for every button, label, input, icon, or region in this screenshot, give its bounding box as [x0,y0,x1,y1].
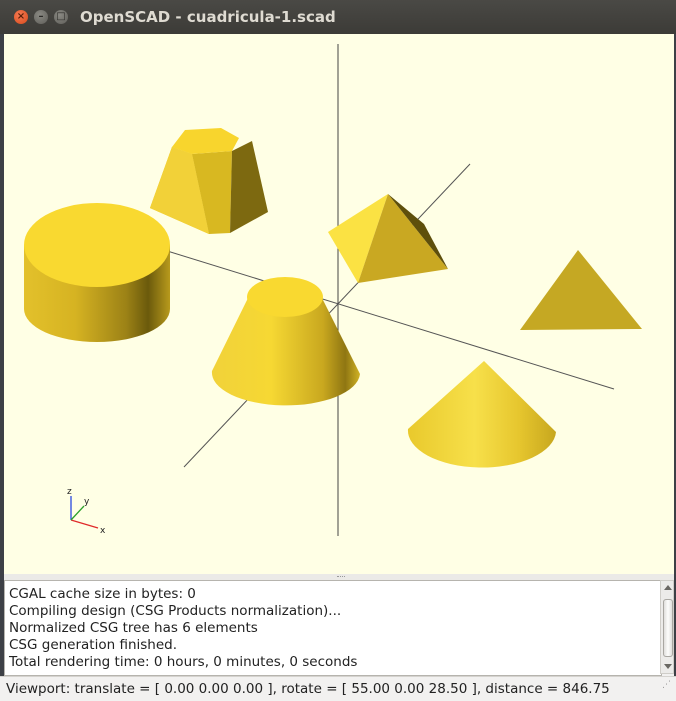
console-line: Compiling design (CSG Products normaliza… [9,603,342,619]
x-indicator-line [70,519,99,529]
x-indicator-label: x [100,526,106,536]
console-line: CSG generation finished. [9,637,178,653]
hexagonal-frustum-object[interactable] [150,128,268,234]
console-line: CGAL cache size in bytes: 0 [9,586,196,602]
resize-grip-icon[interactable]: ⋰ [662,681,672,695]
console-scrollbar[interactable] [660,580,674,674]
scrollbar-thumb[interactable] [663,599,673,657]
cylinder-object[interactable] [24,203,170,342]
z-indicator-label: z [67,487,72,497]
console-line: Normalized CSG tree has 6 elements [9,620,258,636]
splitter-grip[interactable] [337,576,345,579]
axis-lines [163,44,615,536]
window-title: OpenSCAD - cuadricula-1.scad [80,8,336,26]
title-bar[interactable]: × – □ OpenSCAD - cuadricula-1.scad [0,0,676,34]
close-window-button[interactable]: × [14,10,28,24]
scroll-up-arrow-icon[interactable] [664,585,672,590]
viewport-status-text: Viewport: translate = [ 0.00 0.00 0.00 ]… [6,681,610,697]
3d-scene[interactable]: z y x [4,34,674,574]
pyramid-object[interactable] [328,194,448,283]
y-indicator-line [70,505,85,521]
status-bar: Viewport: translate = [ 0.00 0.00 0.00 ]… [0,676,676,701]
y-indicator-label: y [84,497,90,507]
console-output[interactable]: CGAL cache size in bytes: 0 Compiling de… [4,580,662,676]
axis-indicator: z y x [67,487,106,536]
console-line: Total rendering time: 0 hours, 0 minutes… [9,654,358,670]
triangle-object[interactable] [520,250,642,330]
cone-object[interactable] [407,361,556,468]
scroll-down-arrow-icon[interactable] [664,664,672,669]
openscad-window: × – □ OpenSCAD - cuadricula-1.scad z y x… [0,0,676,701]
maximize-window-button[interactable]: □ [54,10,68,24]
3d-viewport[interactable]: z y x [4,34,674,574]
minimize-window-button[interactable]: – [34,10,48,24]
